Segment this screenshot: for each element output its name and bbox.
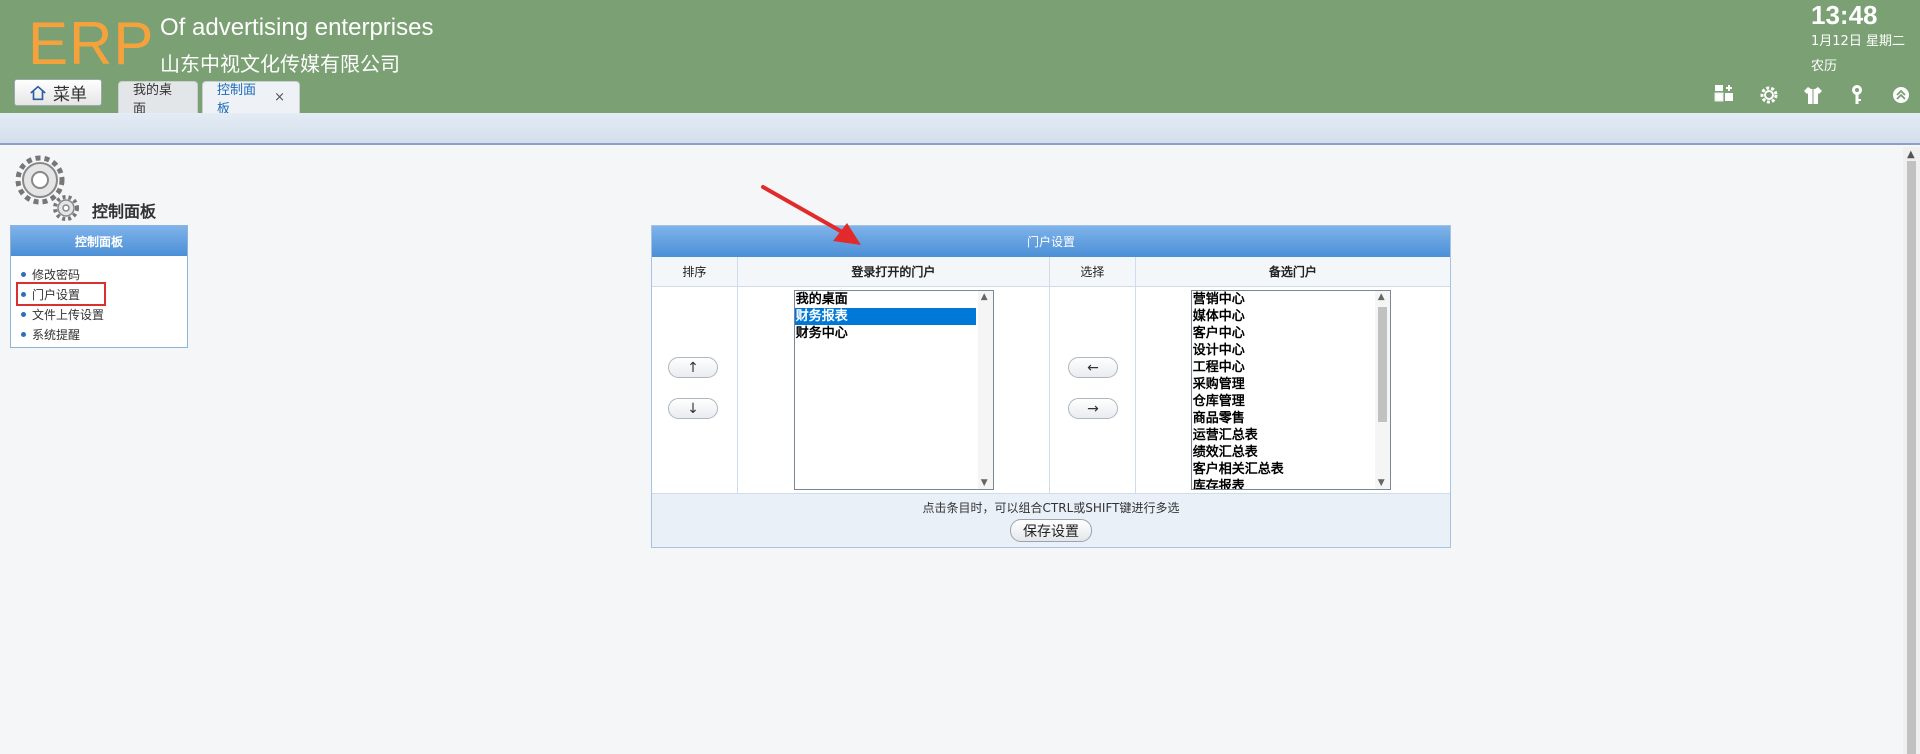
list-item-selected[interactable]: 财务报表 [794,308,976,325]
sidebar-panel: 控制面板 修改密码 门户设置 文件上传设置 系统提醒 [10,225,188,348]
move-up-button[interactable]: ↑ [668,357,718,378]
list-item[interactable]: 财务中心 [795,325,993,342]
column-opened-portals: 登录打开的门户 [738,257,1050,286]
available-portals-listbox[interactable]: 营销中心 媒体中心 客户中心 设计中心 工程中心 采购管理 仓库管理 商品零售 … [1190,290,1391,490]
column-headers: 排序 登录打开的门户 选择 备选门户 [652,257,1450,287]
portal-settings-panel: 门户设置 排序 登录打开的门户 选择 备选门户 ↑ ↓ 我的桌面 财务报表 财务… [651,225,1451,548]
menu-button[interactable]: 菜单 [14,79,102,106]
portal-footer: 点击条目时，可以组合CTRL或SHIFT键进行多选 保存设置 [652,494,1450,547]
list-item[interactable]: 媒体中心 [1192,308,1390,325]
bullet-icon [21,331,26,337]
key-icon[interactable] [1846,84,1868,106]
lunar-calendar-link[interactable]: 农历 [1811,55,1837,74]
add-widget-icon[interactable] [1713,84,1735,106]
tab-label: 控制面板 [217,82,257,117]
listbox-scrollbar[interactable]: ▲ ▼ [1374,291,1390,489]
list-item[interactable]: 客户相关汇总表 [1192,461,1390,478]
scroll-up-icon[interactable]: ▲ [1378,292,1385,302]
list-item[interactable]: 商品零售 [1192,410,1390,427]
company-name: 山东中视文化传媒有限公司 [160,52,400,76]
list-item[interactable]: 采购管理 [1192,376,1390,393]
sidebar-item-label: 门户设置 [32,287,81,302]
scroll-up-icon[interactable]: ▲ [1907,149,1915,160]
portal-body: ↑ ↓ 我的桌面 财务报表 财务中心 ▲ ▼ ← → 营销中心 媒体中心 客户中… [652,287,1450,494]
sidebar-item-change-password[interactable]: 修改密码 [21,264,187,284]
app-header: ERP Of advertising enterprises 山东中视文化传媒有… [0,0,1920,117]
erp-logo: ERP [28,10,155,77]
column-available-portals: 备选门户 [1268,265,1317,279]
move-down-button[interactable]: ↓ [668,398,718,419]
tab-label: 我的桌面 [133,82,173,117]
column-sort: 排序 [652,257,738,286]
opened-portals-listbox[interactable]: 我的桌面 财务报表 财务中心 ▲ ▼ [793,290,994,490]
menu-button-label: 菜单 [53,85,87,105]
column-select: 选择 [1050,257,1136,286]
available-cell: 营销中心 媒体中心 客户中心 设计中心 工程中心 采购管理 仓库管理 商品零售 … [1136,287,1450,493]
gear-icon[interactable] [1758,84,1780,106]
list-item[interactable]: 库存报表 [1192,478,1390,489]
multi-select-hint: 点击条目时，可以组合CTRL或SHIFT键进行多选 [922,501,1180,515]
opened-cell: 我的桌面 财务报表 财务中心 ▲ ▼ [738,287,1050,493]
list-item[interactable]: 营销中心 [1192,291,1390,308]
list-item[interactable]: 工程中心 [1192,359,1390,376]
sidebar-item-portal-settings[interactable]: 门户设置 [16,282,106,306]
sidebar-header: 控制面板 [11,226,187,256]
bullet-icon [21,271,26,277]
sidebar-item-upload-settings[interactable]: 文件上传设置 [21,304,187,324]
scrollbar-thumb[interactable] [1907,161,1916,754]
page-scrollbar[interactable]: ▲ [1903,147,1920,754]
listbox-scrollbar[interactable]: ▲ ▼ [977,291,993,489]
scrollbar-thumb[interactable] [1377,307,1387,422]
page-title: 控制面板 [92,202,157,221]
tab-control-panel[interactable]: 控制面板 × [202,81,300,117]
home-icon [30,85,46,100]
list-item[interactable]: 绩效汇总表 [1192,444,1390,461]
collapse-up-icon[interactable] [1890,84,1912,106]
close-icon[interactable]: × [274,90,285,105]
tagline: Of advertising enterprises [160,14,434,41]
scroll-down-icon[interactable]: ▼ [1378,478,1385,488]
list-item[interactable]: 运营汇总表 [1192,427,1390,444]
sub-toolbar [0,113,1920,145]
select-cell: ← → [1050,287,1136,493]
save-settings-button[interactable]: 保存设置 [1010,519,1092,542]
list-item[interactable]: 仓库管理 [1192,393,1390,410]
bullet-icon [21,311,26,317]
sidebar-list: 修改密码 门户设置 文件上传设置 系统提醒 [11,256,187,344]
sidebar-item-label: 系统提醒 [32,327,81,342]
list-item[interactable]: 设计中心 [1192,342,1390,359]
clock-time: 13:48 [1811,0,1878,30]
gears-icon [15,155,79,221]
scroll-down-icon[interactable]: ▼ [981,478,988,488]
tab-my-desktop[interactable]: 我的桌面 [118,81,198,117]
move-right-button[interactable]: → [1068,398,1118,419]
scroll-up-icon[interactable]: ▲ [981,292,988,302]
sidebar-item-system-reminder[interactable]: 系统提醒 [21,324,187,344]
bullet-icon [21,291,26,297]
sidebar-item-label: 修改密码 [32,267,81,282]
clock-date: 1月12日 星期二 [1811,34,1905,49]
list-item[interactable]: 我的桌面 [795,291,993,308]
annotation-arrow-icon [761,185,861,245]
sort-cell: ↑ ↓ [652,287,738,493]
sidebar-item-label: 文件上传设置 [32,307,105,322]
list-item[interactable]: 客户中心 [1192,325,1390,342]
shirt-icon[interactable] [1802,84,1824,106]
move-left-button[interactable]: ← [1068,357,1118,378]
